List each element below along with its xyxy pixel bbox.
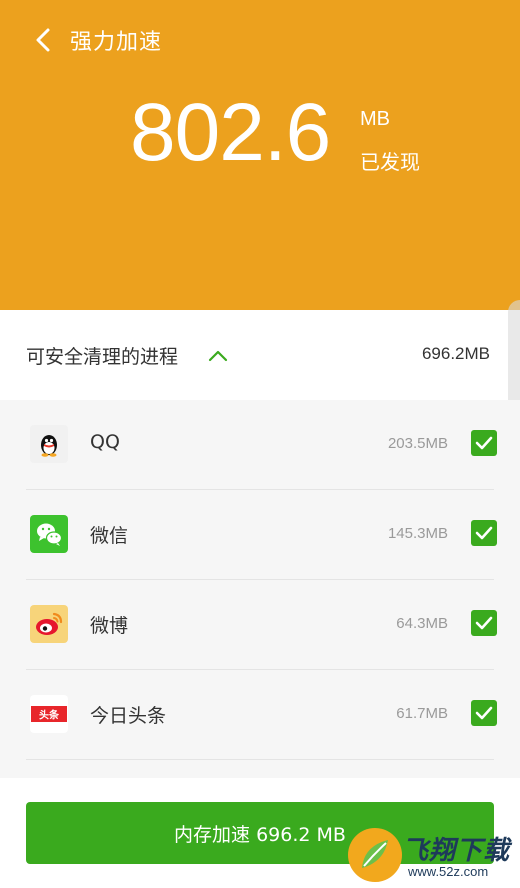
found-unit: MB bbox=[360, 108, 390, 130]
watermark-url: www.52z.com bbox=[408, 864, 489, 879]
process-size: 145.3MB bbox=[387, 525, 448, 542]
found-label: 已发现 bbox=[360, 150, 420, 174]
checkmark-icon bbox=[475, 436, 493, 450]
page-title: 强力加速 bbox=[70, 30, 163, 55]
process-size: 64.3MB bbox=[396, 615, 448, 632]
list-item[interactable]: 微博 64.3MB bbox=[0, 580, 520, 670]
toutiao-icon-text: 头条 bbox=[39, 709, 60, 722]
leaf-logo-icon bbox=[344, 824, 406, 886]
list-item[interactable]: QQ 203.5MB bbox=[0, 400, 520, 490]
back-button[interactable] bbox=[28, 22, 64, 58]
weibo-icon bbox=[30, 605, 68, 643]
section-title: 可安全清理的进程 bbox=[26, 346, 179, 368]
list-item[interactable]: 微信 145.3MB bbox=[0, 490, 520, 580]
chevron-up-icon bbox=[208, 350, 228, 362]
chevron-left-icon bbox=[36, 28, 50, 52]
process-name: 微博 bbox=[90, 615, 129, 637]
process-name: QQ bbox=[90, 431, 120, 453]
checkmark-icon bbox=[475, 616, 493, 630]
process-list: QQ 203.5MB 微信 145.3MB 微博 64.3MB 头条 今日头条 … bbox=[0, 400, 520, 778]
checkbox-wechat[interactable] bbox=[471, 520, 497, 546]
checkbox-weibo[interactable] bbox=[471, 610, 497, 636]
section-total: 696.2MB bbox=[421, 344, 490, 363]
process-name: 今日头条 bbox=[90, 705, 167, 727]
qq-icon bbox=[30, 425, 68, 463]
watermark: 飞翔下载 www.52z.com bbox=[344, 820, 520, 888]
header-banner: 强力加速 802.6 MB 已发现 bbox=[0, 0, 520, 310]
checkmark-icon bbox=[475, 706, 493, 720]
divider bbox=[26, 759, 494, 760]
toutiao-icon: 头条 bbox=[30, 695, 68, 733]
watermark-text: 飞翔下载 bbox=[402, 836, 511, 866]
process-name: 微信 bbox=[90, 525, 129, 547]
process-section-header[interactable]: 可安全清理的进程 696.2MB bbox=[0, 310, 520, 400]
checkmark-icon bbox=[475, 526, 493, 540]
found-amount: 802.6 bbox=[130, 87, 331, 178]
list-item[interactable]: 头条 今日头条 61.7MB bbox=[0, 670, 520, 760]
checkbox-qq[interactable] bbox=[471, 430, 497, 456]
wechat-icon bbox=[30, 515, 68, 553]
process-size: 203.5MB bbox=[387, 435, 448, 452]
checkbox-toutiao[interactable] bbox=[471, 700, 497, 726]
process-size: 61.7MB bbox=[396, 705, 448, 722]
collapse-toggle[interactable] bbox=[206, 348, 230, 364]
